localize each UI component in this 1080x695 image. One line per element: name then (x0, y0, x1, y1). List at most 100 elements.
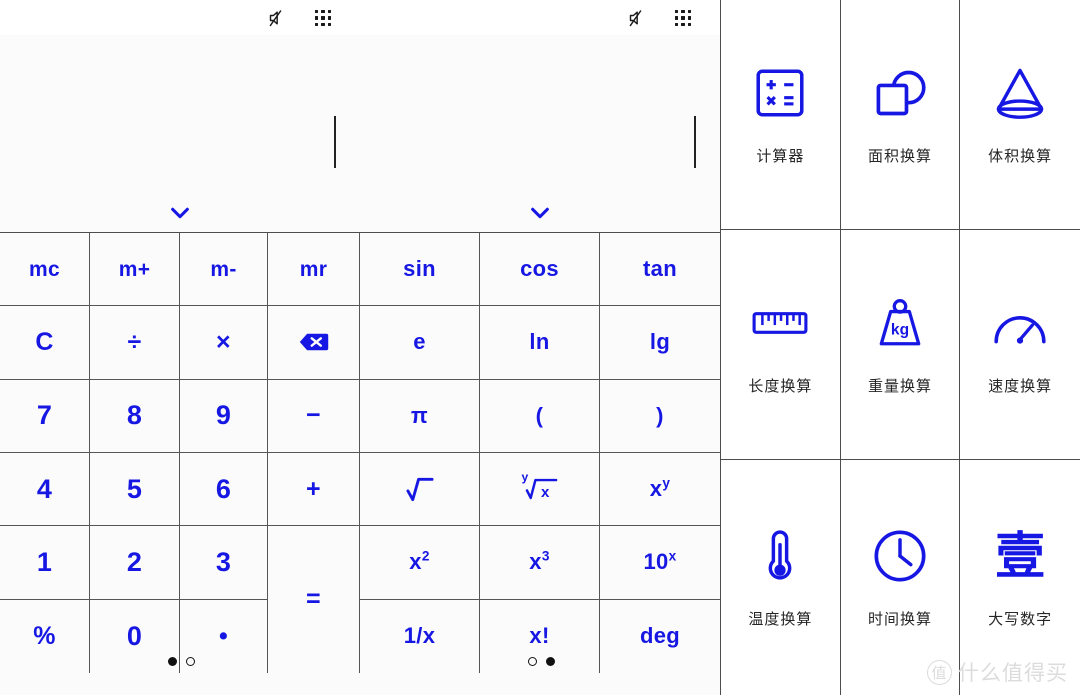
key-sin[interactable]: sin (360, 233, 480, 307)
key-4[interactable]: 4 (0, 453, 90, 527)
converter-time[interactable]: 时间换算 (840, 460, 961, 695)
key-5[interactable]: 5 (90, 453, 180, 527)
converter-area-label: 面积换算 (867, 147, 932, 165)
key-factorial-label: x! (529, 623, 550, 649)
converter-chinese-numeral[interactable]: 壹大写数字 (960, 460, 1080, 695)
converter-speed[interactable]: 速度换算 (960, 230, 1080, 460)
key-ten-power-x[interactable]: 10x (600, 526, 720, 600)
text-caret (694, 116, 696, 168)
converter-volume-label: 体积换算 (988, 147, 1053, 165)
key-x-power-y[interactable]: xy (600, 453, 720, 527)
key-multiply[interactable]: × (180, 306, 268, 380)
key-pi[interactable]: π (360, 379, 480, 453)
backspace-icon (298, 331, 330, 353)
key-nth-root[interactable]: y x (480, 453, 600, 527)
converter-grid: 计算器 面积换算 体积换算 长度换算 kg 重量换算 速度换算 温度换算 时间换算… (720, 0, 1080, 695)
key-lg[interactable]: lg (600, 306, 720, 380)
key-divide-label: ÷ (127, 327, 142, 356)
key-1[interactable]: 1 (0, 526, 90, 600)
ruler-icon (750, 293, 810, 353)
key-3[interactable]: 3 (180, 526, 268, 600)
page-dot[interactable] (186, 657, 195, 666)
key-memory-clear-label: mc (29, 257, 60, 281)
key-paren-open[interactable]: ( (480, 379, 600, 453)
key-minus[interactable]: − (268, 379, 360, 453)
converter-chinese-numeral-label: 大写数字 (988, 610, 1053, 628)
key-2[interactable]: 2 (90, 526, 180, 600)
key-0-label: 0 (126, 620, 143, 651)
volume-cone-icon (990, 63, 1050, 123)
key-square-root[interactable] (360, 453, 480, 527)
converter-temperature[interactable]: 温度换算 (721, 460, 841, 695)
mute-icon[interactable] (628, 8, 648, 28)
key-5-label: 5 (126, 473, 143, 504)
key-e-label: e (413, 329, 426, 355)
key-memory-recall[interactable]: mr (268, 233, 360, 307)
mute-icon[interactable] (268, 8, 288, 28)
calculator-icon (750, 63, 810, 123)
key-divide[interactable]: ÷ (90, 306, 180, 380)
key-8[interactable]: 8 (90, 379, 180, 453)
status-icons-pane-b (628, 8, 692, 28)
page-indicator-pane-a[interactable] (168, 657, 195, 666)
key-backspace[interactable] (268, 306, 360, 380)
key-6[interactable]: 6 (180, 453, 268, 527)
key-percent[interactable]: % (0, 599, 90, 673)
key-percent-label: % (33, 621, 56, 650)
key-e[interactable]: e (360, 306, 480, 380)
key-reciprocal[interactable]: 1/x (360, 599, 480, 673)
key-clear-label: C (35, 327, 54, 356)
key-ln[interactable]: ln (480, 306, 600, 380)
key-memory-sub[interactable]: m- (180, 233, 268, 307)
key-6-label: 6 (215, 473, 232, 504)
converter-weight[interactable]: kg 重量换算 (840, 230, 961, 460)
chevron-down-icon[interactable] (169, 206, 191, 220)
key-plus[interactable]: + (268, 453, 360, 527)
key-x-cubed[interactable]: x3 (480, 526, 600, 600)
converter-time-label: 时间换算 (867, 610, 932, 628)
key-memory-clear[interactable]: mc (0, 233, 90, 307)
key-degree-mode-label: deg (639, 623, 680, 649)
chinese-numeral-glyph: 壹 (995, 527, 1046, 585)
key-1-label: 1 (36, 546, 53, 577)
converter-calculator-label: 计算器 (756, 147, 805, 165)
key-clear[interactable]: C (0, 306, 90, 380)
page-dot-active[interactable] (546, 657, 555, 666)
key-tan[interactable]: tan (600, 233, 720, 307)
chevron-down-icon[interactable] (529, 206, 551, 220)
key-cos[interactable]: cos (480, 233, 600, 307)
key-9[interactable]: 9 (180, 379, 268, 453)
key-8-label: 8 (126, 400, 143, 431)
key-plus-label: + (306, 474, 321, 503)
key-memory-add-label: m+ (118, 257, 151, 281)
converter-temperature-label: 温度换算 (748, 610, 813, 628)
key-equals-label: = (306, 585, 321, 614)
page-dot[interactable] (528, 657, 537, 666)
page-dot-active[interactable] (168, 657, 177, 666)
apps-grid-icon[interactable] (314, 9, 332, 27)
converter-length[interactable]: 长度换算 (721, 230, 841, 460)
key-9-label: 9 (215, 400, 232, 431)
chinese-numeral-icon: 壹 (990, 526, 1050, 586)
key-paren-close[interactable]: ) (600, 379, 720, 453)
key-7[interactable]: 7 (0, 379, 90, 453)
display-pane-b[interactable] (360, 35, 720, 232)
key-equals[interactable]: = (268, 526, 360, 673)
key-7-label: 7 (36, 400, 53, 431)
key-sin-label: sin (403, 256, 436, 282)
converter-area[interactable]: 面积换算 (840, 0, 961, 230)
key-0[interactable]: 0 (90, 599, 180, 673)
key-degree-mode[interactable]: deg (600, 599, 720, 673)
key-ln-label: ln (529, 329, 550, 355)
converter-calculator[interactable]: 计算器 (721, 0, 841, 230)
key-memory-add[interactable]: m+ (90, 233, 180, 307)
thermometer-icon (750, 526, 810, 586)
display-pane-a[interactable] (0, 35, 360, 232)
apps-grid-icon[interactable] (674, 9, 692, 27)
converter-volume[interactable]: 体积换算 (960, 0, 1080, 230)
page-indicator-pane-b[interactable] (528, 657, 555, 666)
key-x-squared[interactable]: x2 (360, 526, 480, 600)
scientific-keypad: sin cos tan e ln lg π () y x xy x2 x3 10x 1/x x! deg (360, 233, 720, 673)
calculator-app: mc m+ m-mr C ÷ × 7 8 9 − 4 5 6 +1 2 3 =% 0 • sin cos tan e ln… (0, 0, 720, 695)
key-x-squared-label: x2 (409, 549, 430, 575)
